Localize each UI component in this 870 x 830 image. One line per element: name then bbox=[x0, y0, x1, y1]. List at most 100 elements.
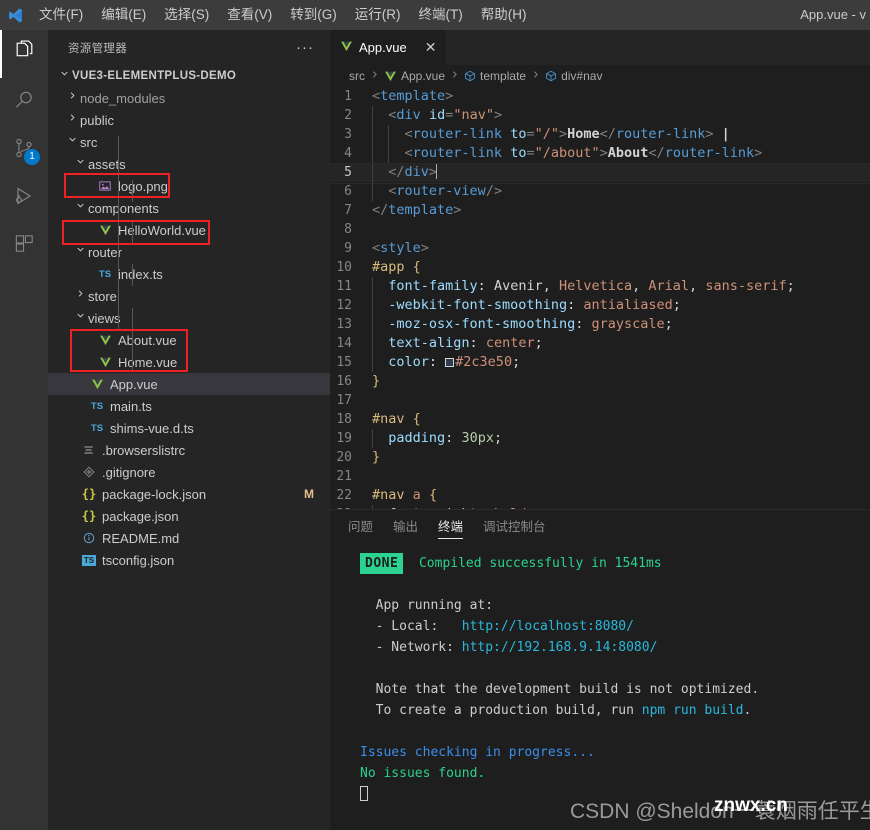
vue-icon bbox=[96, 224, 114, 237]
activity-extensions[interactable] bbox=[0, 222, 48, 270]
tree-file-row[interactable]: .browserslistrc bbox=[48, 439, 330, 461]
tree-file-row[interactable]: TS shims-vue.d.ts bbox=[48, 417, 330, 439]
line-number: 2 bbox=[344, 108, 352, 123]
code-editor[interactable]: 1 <template> 2 <div id="nav"> 3 <router-lin… bbox=[330, 87, 870, 509]
terminal-output[interactable]: DONE Compiled successfully in 1541ms App… bbox=[330, 545, 870, 805]
activity-source-control[interactable]: 1 bbox=[0, 126, 48, 174]
breadcrumb-label: div#nav bbox=[561, 69, 603, 83]
tree-file-row[interactable]: {} package.json bbox=[48, 505, 330, 527]
code-token: "nav" bbox=[453, 107, 494, 123]
code-line-text[interactable]: -moz-osx-font-smoothing: grayscale; bbox=[372, 315, 673, 334]
code-token: ; bbox=[493, 430, 503, 446]
code-line-text[interactable]: } bbox=[372, 372, 380, 391]
menu-help[interactable]: 帮助(H) bbox=[472, 0, 536, 30]
tree-item-label: node_modules bbox=[80, 90, 166, 106]
tree-file-row[interactable]: Home.vue bbox=[48, 351, 330, 373]
tree-file-row[interactable]: App.vue bbox=[48, 373, 330, 395]
tree-folder-row[interactable]: views bbox=[48, 307, 330, 329]
tree-root-row[interactable]: VUE3-ELEMENTPLUS-DEMO bbox=[48, 65, 330, 87]
code-line-text[interactable]: <router-link to="/">Home</router-link> | bbox=[372, 125, 730, 144]
code-line: 14 text-align: center; bbox=[330, 334, 870, 353]
tab-app-vue[interactable]: App.vue ✕ bbox=[330, 30, 448, 65]
menu-selection[interactable]: 选择(S) bbox=[155, 0, 218, 30]
code-line-text[interactable]: #nav { bbox=[372, 410, 421, 429]
code-line-text[interactable]: #app { bbox=[372, 258, 421, 277]
menu-edit[interactable]: 编辑(E) bbox=[92, 0, 155, 30]
vue-icon bbox=[340, 40, 353, 56]
panel-tab-0[interactable]: 问题 bbox=[348, 510, 373, 545]
tree-file-row[interactable]: TS index.ts bbox=[48, 263, 330, 285]
code-line-text[interactable]: </template> bbox=[372, 201, 461, 220]
chevron-right-icon[interactable] bbox=[64, 87, 80, 109]
activity-explorer[interactable] bbox=[0, 30, 48, 78]
chevron-down-icon[interactable] bbox=[56, 65, 72, 87]
note-line-1: Note that the development build is not o… bbox=[360, 682, 760, 697]
chevron-down-icon[interactable] bbox=[64, 131, 80, 153]
code-line-text[interactable]: <template> bbox=[372, 87, 453, 106]
issues-checking-line: Issues checking in progress... bbox=[360, 745, 595, 760]
tree-item-label: tsconfig.json bbox=[102, 552, 175, 568]
code-line-text[interactable]: font-family: Avenir, Helvetica, Arial, s… bbox=[372, 277, 795, 296]
code-line-text[interactable]: <style> bbox=[372, 239, 429, 258]
chevron-down-icon[interactable] bbox=[72, 197, 88, 219]
panel-tab-2[interactable]: 终端 bbox=[438, 510, 464, 545]
chevron-down-icon[interactable] bbox=[72, 241, 88, 263]
code-token: router-link bbox=[615, 126, 706, 142]
tree-file-row[interactable]: README.md bbox=[48, 527, 330, 549]
local-url[interactable]: http://localhost:8080/ bbox=[462, 619, 634, 634]
activity-run-debug[interactable] bbox=[0, 174, 48, 222]
breadcrumb-item[interactable]: src bbox=[349, 69, 365, 83]
menu-terminal[interactable]: 终端(T) bbox=[410, 0, 472, 30]
network-url[interactable]: http://192.168.9.14:8080/ bbox=[462, 640, 658, 655]
tree-file-row[interactable]: About.vue bbox=[48, 329, 330, 351]
tree-file-row[interactable]: logo.png bbox=[48, 175, 330, 197]
code-line-text[interactable]: <router-link to="/about">About</router-l… bbox=[372, 144, 762, 163]
code-line-text[interactable]: } bbox=[372, 448, 380, 467]
close-icon[interactable]: ✕ bbox=[425, 39, 437, 56]
more-actions-icon[interactable]: ··· bbox=[296, 39, 320, 56]
code-line-text[interactable]: text-align: center; bbox=[372, 334, 543, 353]
tree-folder-row[interactable]: src bbox=[48, 131, 330, 153]
code-line-text[interactable]: color: #2c3e50; bbox=[372, 353, 520, 372]
activity-search[interactable] bbox=[0, 78, 48, 126]
menu-run[interactable]: 运行(R) bbox=[346, 0, 410, 30]
tree-folder-row[interactable]: store bbox=[48, 285, 330, 307]
panel-tab-3[interactable]: 调试控制台 bbox=[483, 510, 546, 545]
code-line: 18 #nav { bbox=[330, 410, 870, 429]
chevron-right-icon[interactable] bbox=[72, 285, 88, 307]
code-line-text[interactable]: #nav a { bbox=[372, 486, 437, 505]
breadcrumb-item[interactable]: App.vue bbox=[384, 69, 445, 83]
tree-file-row[interactable]: {} package-lock.json M bbox=[48, 483, 330, 505]
tree-file-row[interactable]: TS main.ts bbox=[48, 395, 330, 417]
line-number: 3 bbox=[344, 127, 352, 142]
panel-tab-1[interactable]: 输出 bbox=[393, 510, 418, 545]
tree-file-row[interactable]: HelloWorld.vue bbox=[48, 219, 330, 241]
tree-folder-row[interactable]: assets bbox=[48, 153, 330, 175]
tree-folder-row[interactable]: public bbox=[48, 109, 330, 131]
code-line-text[interactable]: -webkit-font-smoothing: antialiased; bbox=[372, 296, 681, 315]
code-line-text[interactable]: </div> bbox=[372, 163, 438, 182]
tree-folder-row[interactable]: node_modules bbox=[48, 87, 330, 109]
tree-folder-row[interactable]: components bbox=[48, 197, 330, 219]
chevron-right-icon[interactable] bbox=[64, 109, 80, 131]
code-line-text[interactable]: <router-view/> bbox=[372, 182, 502, 201]
tree-item-label: router bbox=[88, 244, 122, 260]
tab-label: App.vue bbox=[359, 40, 407, 55]
breadcrumb-item[interactable]: template bbox=[464, 69, 526, 83]
code-line-text[interactable]: <div id="nav"> bbox=[372, 106, 502, 125]
line-number: 16 bbox=[336, 374, 352, 389]
code-line-text[interactable]: padding: 30px; bbox=[372, 429, 502, 448]
chevron-down-icon[interactable] bbox=[72, 153, 88, 175]
menu-view[interactable]: 查看(V) bbox=[218, 0, 281, 30]
menu-file[interactable]: 文件(F) bbox=[30, 0, 92, 30]
breadcrumb-item[interactable]: div#nav bbox=[545, 69, 602, 83]
tree-file-row[interactable]: .gitignore bbox=[48, 461, 330, 483]
info-icon bbox=[80, 532, 98, 544]
tree-file-row[interactable]: TS tsconfig.json bbox=[48, 549, 330, 571]
chevron-down-icon[interactable] bbox=[72, 307, 88, 329]
tsconfig-icon: TS bbox=[82, 554, 96, 566]
menu-go[interactable]: 转到(G) bbox=[281, 0, 346, 30]
tree-folder-row[interactable]: router bbox=[48, 241, 330, 263]
